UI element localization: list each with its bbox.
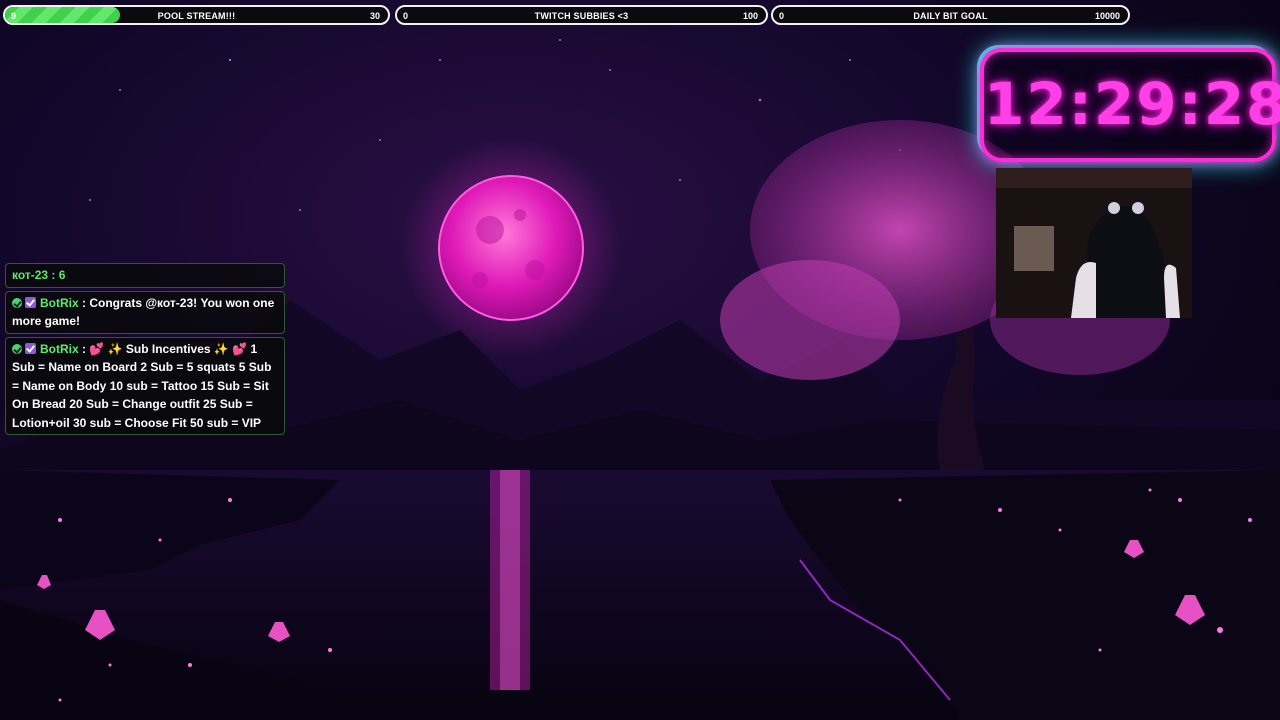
goal-bar-twitch-subbies: 0 TWITCH SUBBIES <3 100 (395, 5, 768, 25)
chat-overlay: кот-23 : 6 BotRix : Congrats @кот-23! Yo… (5, 263, 285, 438)
webcam-image (996, 168, 1192, 318)
goal-bar-daily-bit: 0 DAILY BIT GOAL 10000 (771, 5, 1130, 25)
goal-target-value: 30 (369, 11, 380, 21)
clock-time: 12:29:28 (984, 70, 1280, 138)
goal-target-value: 10000 (1094, 11, 1120, 21)
verified-badge-icon (12, 343, 22, 354)
goal-bar-pool-stream: 9 POOL STREAM!!! 30 (3, 5, 390, 25)
stream-clock: 12:29:28 (980, 48, 1280, 162)
chat-counter-text: кот-23 : 6 (12, 268, 66, 282)
bot-badge-icon (25, 296, 36, 308)
goal-title: TWITCH SUBBIES <3 (534, 11, 629, 21)
chat-counter: кот-23 : 6 (5, 263, 285, 288)
chat-message: BotRix : 💕 ✨ Sub Incentives ✨ 💕 1 Sub = … (5, 336, 285, 435)
chat-username: BotRix (40, 295, 79, 310)
bot-badge-icon (25, 342, 36, 354)
goal-target-value: 100 (742, 11, 758, 21)
goal-title: DAILY BIT GOAL (913, 11, 988, 21)
webcam-feed (996, 168, 1192, 318)
verified-badge-icon (12, 297, 22, 308)
chat-username: BotRix (40, 341, 79, 356)
chat-message: BotRix : Congrats @кот-23! You won one m… (5, 290, 285, 334)
goal-title: POOL STREAM!!! (157, 11, 236, 21)
